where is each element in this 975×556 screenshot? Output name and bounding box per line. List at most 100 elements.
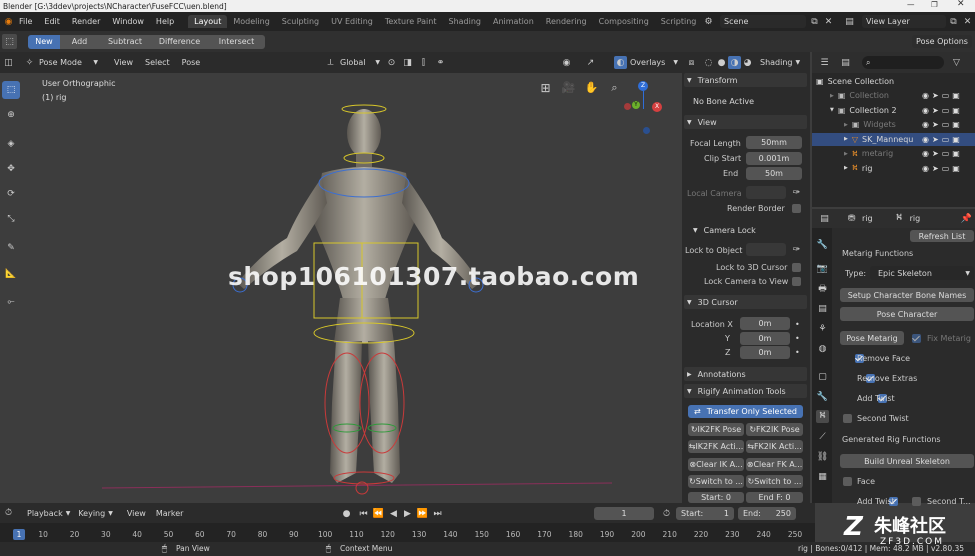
gizmo-x-axis[interactable]: X [652, 102, 662, 112]
monitor-icon[interactable]: ▭ [942, 106, 950, 115]
properties-editor-icon[interactable]: ▤ [818, 212, 831, 225]
visibility-icon[interactable]: ◉ [560, 56, 573, 69]
location-z-field[interactable]: 0m [740, 346, 790, 359]
view-panel-header[interactable]: ▼ View [684, 115, 807, 129]
3d-cursor-header[interactable]: ▼ 3D Cursor [684, 295, 807, 309]
mode-selector[interactable]: Pose Mode ▼ [36, 56, 98, 69]
expand-arrow-icon[interactable]: ▼ [830, 107, 834, 113]
menu-select[interactable]: Select [145, 58, 170, 67]
second-t-checkbox[interactable] [912, 497, 921, 506]
menu-pose[interactable]: Pose [182, 58, 201, 67]
object-tab-icon[interactable]: ▢ [816, 370, 829, 383]
rendered-shading-icon[interactable]: ◕ [741, 56, 754, 69]
select-arrow-icon[interactable]: ➤ [932, 135, 939, 144]
outliner-row[interactable]: ▶ ⛕ metarig ◉ ➤ ▭ ▣ [812, 147, 975, 160]
clip-end-field[interactable]: 50m [746, 167, 802, 180]
monitor-icon[interactable]: ▭ [942, 164, 950, 173]
monitor-icon[interactable]: ▭ [942, 149, 950, 158]
close-window-button[interactable]: ✕ [957, 0, 965, 9]
keying-menu[interactable]: Keying [78, 509, 105, 518]
data-tab-icon[interactable]: ▦ [816, 470, 829, 483]
pose-character-button[interactable]: Pose Character [840, 307, 974, 321]
render-border-checkbox[interactable] [792, 204, 801, 213]
delete-scene-icon[interactable]: ✕ [822, 15, 835, 28]
relax-tool-icon[interactable]: ⟜ [2, 293, 20, 311]
type-dropdown[interactable]: Epic Skeleton ▼ [870, 266, 974, 280]
proportional-edit-icon[interactable]: ⚭ [434, 56, 447, 69]
display-mode-icon[interactable]: ▤ [839, 56, 852, 69]
pose-options-button[interactable]: Pose Options [912, 35, 972, 48]
menu-help[interactable]: Help [156, 17, 174, 26]
minimize-button[interactable]: — [907, 0, 915, 9]
render-tab-icon[interactable]: 📷 [816, 262, 829, 275]
build-unreal-skeleton-button[interactable]: Build Unreal Skeleton [840, 454, 974, 468]
camera-icon[interactable]: ▣ [952, 164, 960, 173]
camera-view-icon[interactable]: 🎥 [562, 81, 576, 94]
new-view-layer-icon[interactable]: ⧉ [947, 15, 960, 28]
pivot-icon[interactable]: ⊙ [385, 56, 398, 69]
start-frame-input[interactable]: Start: 1 [676, 507, 734, 520]
select-arrow-icon[interactable]: ➤ [932, 91, 939, 100]
transform-panel-header[interactable]: ▼ Transform [684, 73, 807, 87]
navigation-gizmo[interactable]: Z Y X [620, 79, 670, 139]
eye-icon[interactable]: ◉ [922, 106, 929, 115]
workspace-tab-sculpting[interactable]: Sculpting [276, 15, 325, 28]
expand-arrow-icon[interactable]: ▶ [844, 122, 848, 128]
current-frame-indicator[interactable]: 1 [13, 529, 25, 540]
overlays-icon[interactable]: ◐ [614, 56, 627, 69]
mode-difference-button[interactable]: Difference [151, 34, 208, 49]
constraints-tab-icon[interactable]: ⛓ [816, 450, 829, 463]
select-box-icon[interactable]: ⬚ [2, 34, 17, 49]
camera-icon[interactable]: ▣ [952, 149, 960, 158]
ik2fk-action-button[interactable]: ⇆ IK2FK Acti... [688, 440, 744, 453]
select-arrow-icon[interactable]: ➤ [932, 149, 939, 158]
material-shading-icon[interactable]: ◑ [728, 56, 741, 69]
end-frame-field[interactable]: End F: 0 [746, 492, 803, 503]
jump-end-icon[interactable]: ⏭ [431, 507, 444, 520]
prev-keyframe-icon[interactable]: ⏪ [372, 507, 385, 520]
grid-view-icon[interactable]: ⊞ [539, 81, 552, 95]
annotate-tool-icon[interactable]: ✎ [2, 239, 20, 257]
clip-start-field[interactable]: 0.001m [746, 152, 802, 165]
eye-icon[interactable]: ◉ [922, 135, 929, 144]
mode-add-button[interactable]: Add [60, 34, 99, 49]
scene-tab-icon[interactable]: ⚘ [816, 322, 829, 335]
visibility-toggles[interactable]: ◉ ➤ ▭ ▣ [922, 164, 960, 173]
visibility-toggles[interactable]: ◉ ➤ ▭ ▣ [922, 135, 960, 144]
outliner-row[interactable]: ▶ ⛕ rig ◉ ➤ ▭ ▣ [812, 162, 975, 175]
workspace-tab-animation[interactable]: Animation [487, 15, 540, 28]
view-layer-selector[interactable]: View Layer [862, 15, 946, 28]
camera-icon[interactable]: ▣ [952, 106, 960, 115]
eye-icon[interactable]: ◉ [922, 120, 929, 129]
snap-target-icon[interactable]: ⫿ [417, 56, 430, 69]
select-arrow-icon[interactable]: ➤ [932, 164, 939, 173]
mode-subtract-button[interactable]: Subtract [99, 34, 151, 49]
end-frame-input[interactable]: End: 250 [738, 507, 796, 520]
clear-fk-button[interactable]: ⊗ Clear FK A... [746, 458, 803, 471]
workspace-tab-modeling[interactable]: Modeling [227, 15, 275, 28]
workspace-tab-rendering[interactable]: Rendering [540, 15, 593, 28]
monitor-icon[interactable]: ▭ [942, 120, 950, 129]
camera-lock-header[interactable]: ▼ Camera Lock [690, 223, 807, 237]
gizmo-toggle-icon[interactable]: ↗ [584, 56, 597, 69]
pin-icon[interactable]: 📌 [960, 212, 973, 225]
visibility-toggles[interactable]: ◉ ➤ ▭ ▣ [922, 120, 960, 129]
expand-arrow-icon[interactable]: ▶ [844, 165, 848, 171]
next-keyframe-icon[interactable]: ⏩ [416, 507, 429, 520]
location-y-field[interactable]: 0m [740, 332, 790, 345]
gizmo-z-axis[interactable]: Z [638, 81, 648, 91]
select-arrow-icon[interactable]: ➤ [932, 106, 939, 115]
new-scene-icon[interactable]: ⧉ [808, 15, 821, 28]
orientation-selector[interactable]: Global ▼ [340, 56, 380, 69]
marker-menu[interactable]: Marker [156, 509, 184, 518]
zoom-icon[interactable]: ⌕ [608, 81, 621, 94]
start-frame-field[interactable]: Start: 0 [688, 492, 744, 503]
refresh-list-button[interactable]: Refresh List [910, 230, 974, 242]
3d-viewport[interactable]: User Orthographic (1) rig shop106101307.… [22, 73, 682, 503]
editor-type-icon[interactable]: ◫ [2, 56, 15, 69]
workspace-tab-uv-editing[interactable]: UV Editing [325, 15, 379, 28]
fk2ik-action-button[interactable]: ⇆ FK2IK Acti... [746, 440, 803, 453]
eyedropper-icon[interactable]: ✑ [790, 186, 803, 199]
fk2ik-pose-button[interactable]: ↻ FK2IK Pose [746, 423, 803, 436]
workspace-tab-layout[interactable]: Layout [188, 15, 228, 28]
